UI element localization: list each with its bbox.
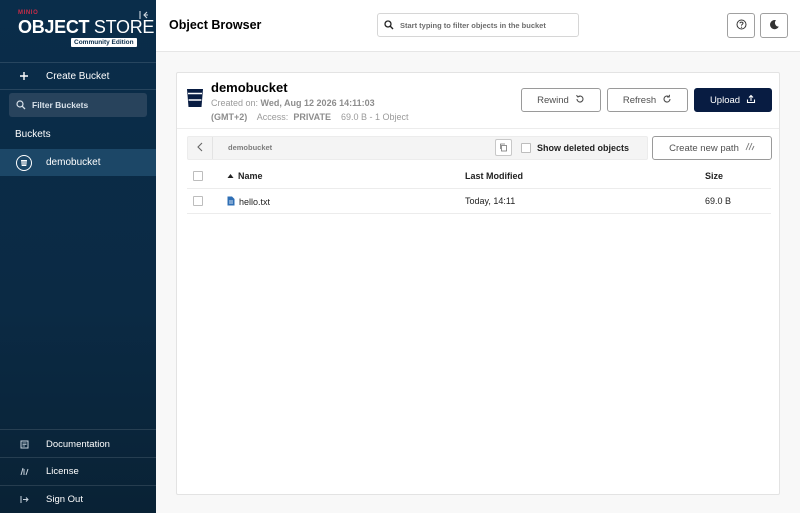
- sidebar-divider: [0, 89, 156, 90]
- search-icon: [16, 100, 26, 110]
- filter-buckets-input[interactable]: Filter Buckets: [9, 93, 147, 117]
- plus-icon: [18, 70, 30, 82]
- copy-icon: [499, 139, 508, 157]
- object-last-modified: Today, 14:11: [465, 196, 516, 206]
- page-title: Object Browser: [169, 18, 262, 32]
- sidebar: MINIO OBJECT STORE Community Edition Cre…: [0, 0, 156, 513]
- select-all-checkbox[interactable]: [193, 171, 203, 181]
- column-header-size[interactable]: Size: [705, 171, 723, 181]
- card-divider: [177, 128, 779, 129]
- sort-ascending-icon: [227, 171, 234, 181]
- column-header-last-modified[interactable]: Last Modified: [465, 171, 523, 181]
- rewind-icon: [575, 94, 585, 107]
- show-deleted-toggle[interactable]: Show deleted objects: [521, 143, 629, 153]
- file-icon: [227, 196, 235, 208]
- column-size-label: Size: [705, 171, 724, 181]
- create-path-label: Create new path: [669, 142, 739, 154]
- license-icon: [18, 467, 30, 476]
- bucket-name: demobucket: [211, 80, 288, 95]
- collapse-sidebar-icon[interactable]: [139, 7, 149, 19]
- copy-path-button[interactable]: [495, 139, 512, 156]
- object-name: hello.txt: [239, 197, 271, 207]
- documentation-link[interactable]: Documentation: [0, 433, 156, 455]
- bucket-card: demobucket Created on: Wed, Aug 12 2026 …: [176, 72, 780, 495]
- column-name-label: Name: [238, 171, 263, 181]
- row-checkbox-cell[interactable]: [193, 196, 203, 206]
- search-icon: [384, 20, 394, 30]
- sidebar-divider: [0, 457, 156, 458]
- new-path-icon: [745, 142, 755, 154]
- upload-button[interactable]: Upload: [694, 88, 772, 112]
- bucket-icon: [16, 154, 32, 171]
- refresh-icon: [662, 94, 672, 107]
- select-all-checkbox-cell[interactable]: [193, 171, 203, 181]
- create-bucket-label: Create Bucket: [46, 70, 110, 82]
- help-button[interactable]: [727, 13, 755, 38]
- license-label: License: [46, 465, 79, 477]
- create-bucket-button[interactable]: Create Bucket: [0, 63, 156, 89]
- sidebar-divider: [0, 485, 156, 486]
- sidebar-divider: [0, 429, 156, 430]
- table-row[interactable]: hello.txt: [227, 196, 270, 208]
- bucket-created: Created on: Wed, Aug 12 2026 14:11:03: [211, 98, 375, 108]
- create-new-path-button[interactable]: Create new path: [652, 136, 772, 160]
- edition-badge: Community Edition: [71, 38, 137, 47]
- size-summary: 69.0 B - 1 Object: [341, 112, 409, 122]
- logo-small-text: MINIO: [18, 10, 39, 16]
- refresh-button[interactable]: Refresh: [607, 88, 688, 112]
- show-deleted-label: Show deleted objects: [537, 143, 630, 153]
- bucket-meta: (GMT+2) Access: PRIVATE 69.0 B - 1 Objec…: [211, 112, 409, 122]
- column-modified-label: Last Modified: [465, 171, 523, 181]
- logo-bold-text: OBJECT: [18, 17, 90, 37]
- sign-out-icon: [18, 495, 30, 504]
- table-header-divider: [187, 188, 771, 189]
- license-link[interactable]: License: [0, 460, 156, 482]
- logo[interactable]: OBJECT STORE: [18, 17, 154, 38]
- logo-light-text: STORE: [89, 17, 155, 37]
- rewind-label: Rewind: [537, 94, 569, 106]
- sidebar-item-demobucket[interactable]: demobucket: [0, 149, 156, 176]
- upload-icon: [746, 94, 756, 107]
- sign-out-button[interactable]: Sign Out: [0, 488, 156, 510]
- top-header: Object Browser: [156, 0, 800, 52]
- sidebar-bucket-label: demobucket: [46, 157, 101, 168]
- breadcrumb[interactable]: demobucket: [228, 143, 272, 152]
- sign-out-label: Sign Out: [46, 493, 83, 505]
- created-value: Wed, Aug 12 2026 14:11:03: [260, 98, 375, 108]
- path-bar: demobucket Show deleted objects: [187, 136, 648, 160]
- object-size: 69.0 B: [705, 196, 732, 206]
- buckets-heading: Buckets: [15, 129, 51, 140]
- back-button[interactable]: [188, 137, 213, 159]
- access-label: Access:: [256, 112, 289, 122]
- timezone: (GMT+2): [211, 112, 248, 122]
- help-icon: [736, 17, 747, 35]
- upload-label: Upload: [709, 94, 741, 106]
- object-search-field[interactable]: [377, 13, 579, 37]
- show-deleted-checkbox[interactable]: [521, 143, 531, 153]
- row-checkbox[interactable]: [193, 196, 203, 206]
- documentation-icon: [18, 440, 30, 449]
- table-row-divider: [187, 213, 771, 214]
- access-value: PRIVATE: [293, 112, 331, 122]
- rewind-button[interactable]: Rewind: [521, 88, 601, 112]
- created-label: Created on:: [211, 98, 259, 108]
- filter-buckets-placeholder: Filter Buckets: [32, 100, 89, 110]
- refresh-label: Refresh: [622, 94, 657, 106]
- object-search-input[interactable]: [400, 20, 570, 30]
- bucket-icon: [186, 88, 204, 113]
- column-header-name[interactable]: Name: [227, 171, 263, 181]
- dark-mode-icon: [769, 17, 780, 35]
- documentation-label: Documentation: [46, 438, 110, 450]
- chevron-left-icon: [196, 139, 204, 157]
- theme-toggle-button[interactable]: [760, 13, 788, 38]
